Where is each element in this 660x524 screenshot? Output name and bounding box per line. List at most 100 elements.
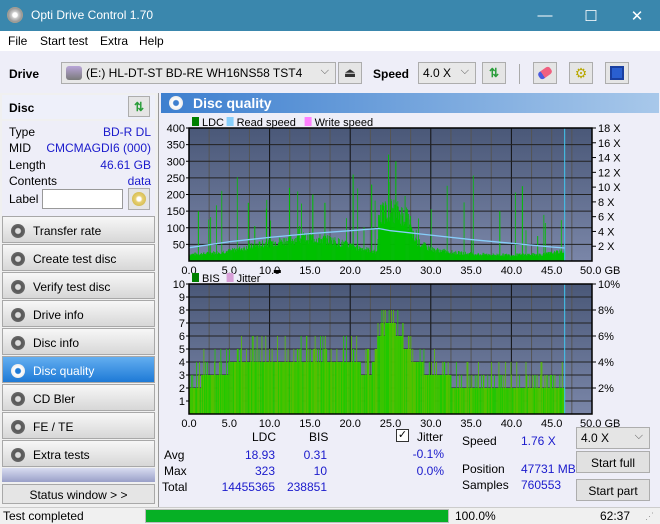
nav-spacer xyxy=(2,468,155,482)
nav-transfer-rate[interactable]: Transfer rate xyxy=(2,216,155,243)
nav-disc-info[interactable]: Disc info xyxy=(2,328,155,355)
total-bis: 238851 xyxy=(286,480,327,494)
save-button[interactable] xyxy=(605,62,629,84)
y-tick-label: 250 xyxy=(167,173,185,185)
legend-swatch xyxy=(192,273,199,282)
maximize-button[interactable]: ☐ xyxy=(568,0,614,31)
disc-refresh-button[interactable]: ⇅ xyxy=(128,96,150,117)
nav-extra-tests[interactable]: Extra tests xyxy=(2,440,155,467)
ldc-bar xyxy=(446,185,448,261)
start-full-button[interactable]: Start full xyxy=(576,451,650,473)
disc-info: Type BD-R DL MID CMCMAGDI6 (000) Length 46.… xyxy=(2,121,155,216)
erase-button[interactable] xyxy=(533,62,557,84)
ldc-spike xyxy=(197,211,199,261)
drive-select[interactable]: (E:) HL-DT-ST BD-RE WH16NS58 TST4 ⌵ xyxy=(61,62,336,84)
transfer-rate-icon xyxy=(11,224,25,238)
disc-label-button[interactable] xyxy=(128,188,150,210)
y-tick-label: 200 xyxy=(167,190,185,202)
jitter-checkbox[interactable]: ✓ xyxy=(396,429,409,442)
x-tick-label: 15.0 xyxy=(299,265,320,277)
settings-button[interactable]: ⚙ xyxy=(569,62,593,84)
speed-value: 1.76 X xyxy=(521,434,556,448)
start-part-button[interactable]: Start part xyxy=(576,479,650,501)
ldc-bar xyxy=(514,192,516,261)
legend-swatch xyxy=(304,117,312,126)
y2-tick-label: 10 X xyxy=(598,182,621,194)
nav-drive-info[interactable]: Drive info xyxy=(2,300,155,327)
label-input[interactable] xyxy=(42,189,123,209)
eject-icon: ⏏ xyxy=(343,65,357,80)
avg-ldc: 18.93 xyxy=(244,448,275,462)
x-tick-label: 40.0 xyxy=(501,418,522,430)
ldc-spike xyxy=(254,226,256,261)
menu-start-test[interactable]: Start test xyxy=(40,34,88,48)
nav-verify-test-disc[interactable]: Verify test disc xyxy=(2,272,155,299)
col-ldc-header: LDC xyxy=(252,430,277,444)
ldc-spike xyxy=(409,216,411,261)
nav-create-test-disc[interactable]: Create test disc xyxy=(2,244,155,271)
x-tick-label: 0.0 xyxy=(181,418,196,430)
mid-value: CMCMAGDI6 (000) xyxy=(46,141,151,155)
x-tick-label: 30.0 xyxy=(420,418,441,430)
test-speed-select[interactable]: 4.0 X ⌵ xyxy=(576,427,650,449)
samples-value: 760553 xyxy=(521,478,562,492)
total-ldc: 14455365 xyxy=(221,480,275,494)
eject-button[interactable]: ⏏ xyxy=(338,62,362,84)
x-tick-label: 35.0 xyxy=(460,265,481,277)
cd-icon xyxy=(132,192,146,206)
status-window-button[interactable]: Status window > > xyxy=(2,484,155,504)
nav-cd-bler[interactable]: CD Bler xyxy=(2,384,155,411)
ldc-spike xyxy=(388,154,390,261)
y2-tick-label: 14 X xyxy=(598,153,621,165)
x-tick-label: 45.0 xyxy=(541,265,562,277)
y2-tick-label: 12 X xyxy=(598,167,621,179)
ldc-spike xyxy=(247,202,249,261)
minimize-button[interactable]: — xyxy=(522,0,568,31)
y2-tick-label: 10% xyxy=(598,279,620,291)
window-title: Opti Drive Control 1.70 xyxy=(31,8,154,22)
menu-help[interactable]: Help xyxy=(139,34,164,48)
create-disc-icon xyxy=(11,252,25,266)
nav-label: Disc info xyxy=(33,336,80,350)
resize-grip-icon[interactable]: ⋰ xyxy=(645,511,654,522)
refresh-arrows-icon: ⇅ xyxy=(133,99,145,114)
y2-tick-label: 4 X xyxy=(598,226,615,238)
legend-label: BIS xyxy=(202,273,220,285)
ldc-bar xyxy=(374,200,376,261)
y2-tick-label: 16 X xyxy=(598,138,621,150)
legend-label: LDC xyxy=(202,117,224,129)
floppy-disk-icon xyxy=(610,66,624,80)
max-bis: 10 xyxy=(313,464,327,478)
nav-fe-te[interactable]: FE / TE xyxy=(2,412,155,439)
nav-label: Create test disc xyxy=(33,252,117,266)
legend-swatch xyxy=(226,273,234,282)
jitter-avg: -0.1% xyxy=(412,447,444,461)
speed-select[interactable]: 4.0 X ⌵ xyxy=(418,62,476,84)
menu-file[interactable]: File xyxy=(8,34,27,48)
close-button[interactable]: ✕ xyxy=(614,0,660,31)
drive-info-icon xyxy=(11,308,25,322)
jitter-max: 0.0% xyxy=(416,464,444,478)
nav-label: Disc quality xyxy=(33,364,95,378)
x-tick-label: 50.0 GB xyxy=(580,265,620,277)
contents-label: Contents xyxy=(9,174,58,188)
avg-label: Avg xyxy=(164,448,185,462)
avg-bis: 0.31 xyxy=(303,448,327,462)
y-tick-label: 3 xyxy=(179,370,185,382)
app-disc-icon xyxy=(7,7,23,23)
y2-tick-label: 6% xyxy=(598,331,614,343)
y2-tick-label: 6 X xyxy=(598,212,615,224)
nav-disc-quality[interactable]: Disc quality xyxy=(2,356,155,383)
contents-value: data xyxy=(127,174,151,188)
legend-swatch xyxy=(192,117,199,126)
type-label: Type xyxy=(9,125,36,139)
charts-area: 50 100 150 200 250 300 350 400 0.0 5.0 10.0 15.0 20.… xyxy=(167,117,621,430)
x-tick-label: 35.0 xyxy=(460,418,481,430)
position-label: Position xyxy=(462,462,505,476)
progress-bar xyxy=(145,509,449,523)
progress-fill xyxy=(146,510,448,522)
y2-tick-label: 2% xyxy=(598,383,614,395)
refresh-button[interactable]: ⇅ xyxy=(482,62,506,84)
y-tick-label: 4 xyxy=(179,357,185,369)
menu-extra[interactable]: Extra xyxy=(100,34,128,48)
